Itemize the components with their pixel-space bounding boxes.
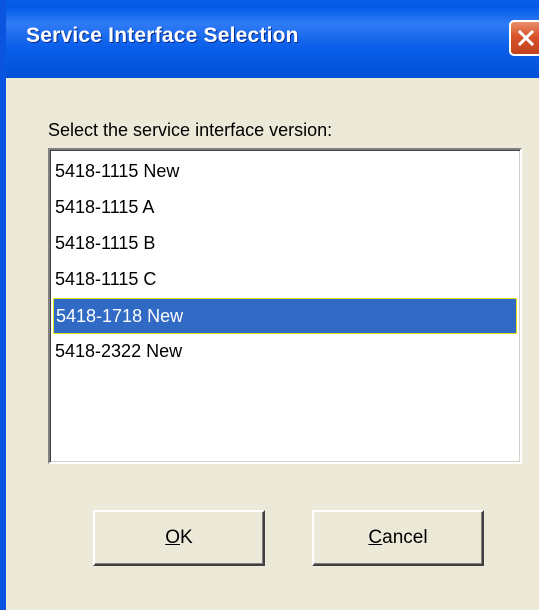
cancel-label: ancel [382,527,428,548]
title-bar[interactable]: Service Interface Selection [6,0,539,78]
list-item[interactable]: 5418-1115 C [53,262,517,298]
list-item[interactable]: 5418-1115 A [53,190,517,226]
cancel-mnemonic: C [368,527,383,548]
ok-label: K [180,527,193,548]
dialog-window: Service Interface Selection Select the s… [0,0,539,610]
close-icon [517,29,535,47]
version-listbox[interactable]: 5418-1115 New 5418-1115 A 5418-1115 B 54… [48,148,522,464]
ok-mnemonic: O [165,527,181,548]
ok-button[interactable]: OK [93,510,265,566]
window-title: Service Interface Selection [26,24,299,47]
list-item[interactable]: 5418-2322 New [53,334,517,370]
prompt-label: Select the service interface version: [48,120,333,140]
cancel-button[interactable]: Cancel [312,510,484,566]
list-item[interactable]: 5418-1115 B [53,226,517,262]
list-item[interactable]: 5418-1115 New [53,154,517,190]
list-item-selected[interactable]: 5418-1718 New [53,298,517,334]
close-button[interactable] [509,20,539,56]
